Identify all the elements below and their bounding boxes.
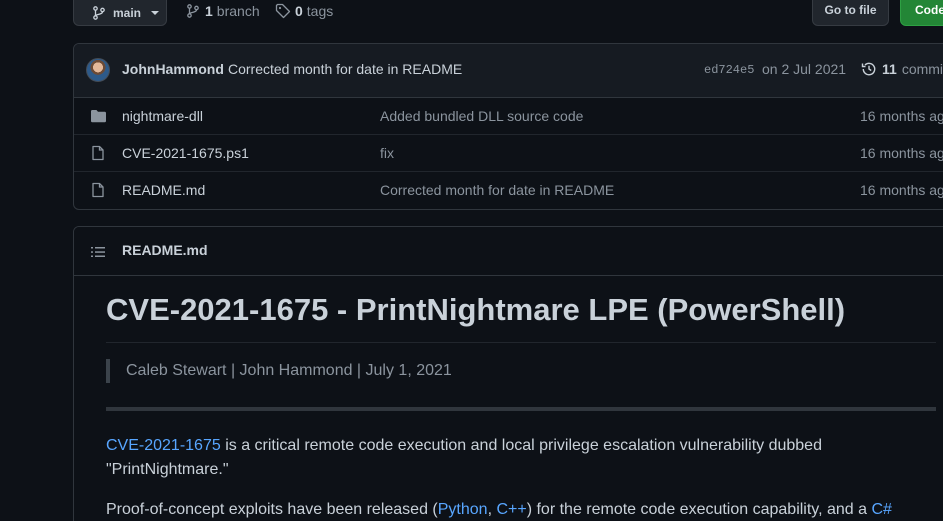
- readme-paragraph-2: Proof-of-concept exploits have been rele…: [106, 498, 906, 521]
- avatar[interactable]: [86, 58, 110, 82]
- branch-count: 1: [205, 3, 213, 19]
- python-link[interactable]: Python: [438, 501, 488, 518]
- commit-sha[interactable]: ed724e5: [704, 63, 754, 77]
- file-name[interactable]: CVE-2021-1675.ps1: [122, 145, 249, 161]
- tag-icon: [275, 3, 291, 19]
- file-commit-message[interactable]: fix: [380, 145, 394, 161]
- cve-link[interactable]: CVE-2021-1675: [106, 437, 221, 454]
- go-to-file-button[interactable]: Go to file: [812, 0, 889, 26]
- file-name[interactable]: nightmare-dll: [122, 108, 203, 124]
- branch-select-button[interactable]: main: [73, 0, 167, 26]
- history-icon: [861, 62, 876, 76]
- commit-author[interactable]: JohnHammond: [122, 61, 224, 77]
- file-row[interactable]: nightmare-dll Added bundled DLL source c…: [74, 98, 943, 135]
- code-button[interactable]: Code: [900, 0, 943, 26]
- git-branch-icon: [187, 4, 199, 18]
- paragraph-text: Proof-of-concept exploits have been rele…: [106, 501, 438, 518]
- tags-link[interactable]: 0 tags: [275, 0, 333, 22]
- horizontal-rule: [106, 407, 936, 411]
- folder-icon: [91, 110, 106, 123]
- cpp-link[interactable]: C++: [496, 501, 526, 518]
- file-row[interactable]: README.md Corrected month for date in RE…: [74, 172, 943, 209]
- file-commit-message[interactable]: Added bundled DLL source code: [380, 108, 583, 124]
- file-browser: JohnHammond Corrected month for date in …: [73, 43, 943, 210]
- file-age: 16 months ago: [860, 108, 943, 124]
- chevron-down-icon: [151, 11, 160, 15]
- file-row[interactable]: CVE-2021-1675.ps1 fix 16 months ago: [74, 135, 943, 172]
- file-icon: [92, 182, 104, 198]
- file-age: 16 months ago: [860, 145, 943, 161]
- file-age: 16 months ago: [860, 182, 943, 198]
- readme-header: README.md: [74, 227, 943, 276]
- branches-link[interactable]: 1 branch: [185, 0, 260, 22]
- file-commit-message[interactable]: Corrected month for date in README: [380, 182, 614, 198]
- file-name[interactable]: README.md: [122, 182, 205, 198]
- readme-paragraph-1: CVE-2021-1675 is a critical remote code …: [106, 434, 906, 482]
- latest-commit-bar: JohnHammond Corrected month for date in …: [74, 44, 943, 98]
- commit-count: 11: [882, 61, 897, 77]
- tag-word: tags: [306, 3, 334, 19]
- paragraph-text: ) for the remote code execution capabili…: [526, 501, 872, 518]
- csharp-link[interactable]: C#: [872, 501, 892, 518]
- title-divider: [106, 342, 936, 343]
- readme-title: CVE-2021-1675 - PrintNightmare LPE (Powe…: [106, 292, 846, 327]
- tag-count: 0: [295, 3, 303, 19]
- byline-blockquote: Caleb Stewart | John Hammond | July 1, 2…: [106, 359, 452, 383]
- git-branch-icon: [93, 6, 105, 20]
- commit-history-link[interactable]: 11 commits: [861, 61, 943, 77]
- file-icon: [92, 145, 104, 161]
- branch-name: main: [113, 6, 142, 20]
- commit-message[interactable]: Corrected month for date in README: [228, 61, 462, 77]
- readme-panel: README.md CVE-2021-1675 - PrintNightmare…: [73, 226, 943, 521]
- list-unordered-icon[interactable]: [90, 244, 106, 260]
- branch-word: branch: [216, 3, 260, 19]
- readme-filename[interactable]: README.md: [122, 242, 208, 258]
- commit-word: commits: [901, 61, 943, 77]
- commit-date: on 2 Jul 2021: [762, 61, 847, 77]
